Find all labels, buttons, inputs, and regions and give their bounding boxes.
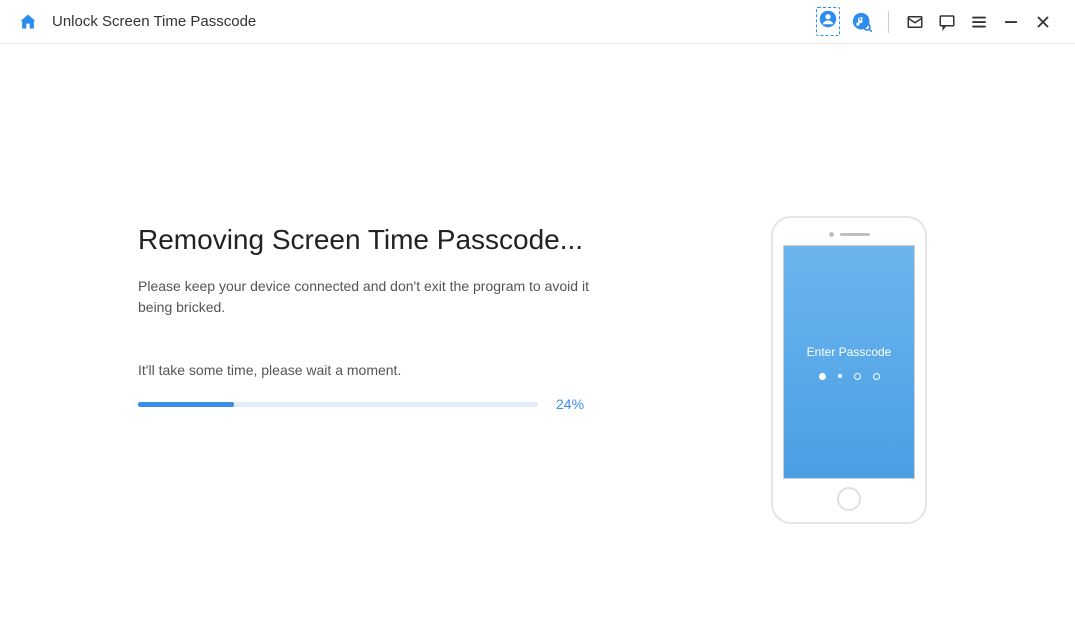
page-title: Unlock Screen Time Passcode bbox=[52, 13, 256, 30]
header-bar: Unlock Screen Time Passcode bbox=[0, 0, 1075, 44]
phone-illustration: Enter Passcode bbox=[771, 216, 927, 524]
main-content: Removing Screen Time Passcode... Please … bbox=[0, 44, 1075, 524]
phone-screen-label: Enter Passcode bbox=[807, 345, 892, 359]
header-right bbox=[816, 7, 1053, 36]
phone-notch bbox=[829, 232, 870, 237]
content-right: Enter Passcode bbox=[771, 216, 927, 524]
passcode-dot bbox=[854, 373, 861, 380]
main-title: Removing Screen Time Passcode... bbox=[138, 224, 608, 256]
chat-icon[interactable] bbox=[937, 12, 957, 32]
phone-camera-dot bbox=[829, 232, 834, 237]
home-icon[interactable] bbox=[18, 12, 38, 32]
passcode-dot bbox=[838, 374, 842, 378]
phone-speaker bbox=[840, 233, 870, 236]
passcode-dots bbox=[819, 373, 880, 380]
passcode-dot bbox=[819, 373, 826, 380]
header-divider bbox=[888, 11, 889, 33]
content-left: Removing Screen Time Passcode... Please … bbox=[138, 224, 608, 524]
account-icon[interactable] bbox=[816, 7, 840, 36]
header-left: Unlock Screen Time Passcode bbox=[18, 12, 256, 32]
subtitle: Please keep your device connected and do… bbox=[138, 276, 608, 318]
music-search-icon[interactable] bbox=[852, 12, 872, 32]
progress-percent: 24% bbox=[556, 396, 584, 412]
progress-row: 24% bbox=[138, 396, 608, 412]
wait-text: It'll take some time, please wait a mome… bbox=[138, 362, 608, 378]
mail-icon[interactable] bbox=[905, 12, 925, 32]
minimize-icon[interactable] bbox=[1001, 12, 1021, 32]
menu-icon[interactable] bbox=[969, 12, 989, 32]
passcode-dot bbox=[873, 373, 880, 380]
progress-bar bbox=[138, 402, 538, 407]
phone-screen: Enter Passcode bbox=[783, 245, 915, 479]
phone-home-button bbox=[837, 487, 861, 511]
close-icon[interactable] bbox=[1033, 12, 1053, 32]
progress-bar-fill bbox=[138, 402, 234, 407]
